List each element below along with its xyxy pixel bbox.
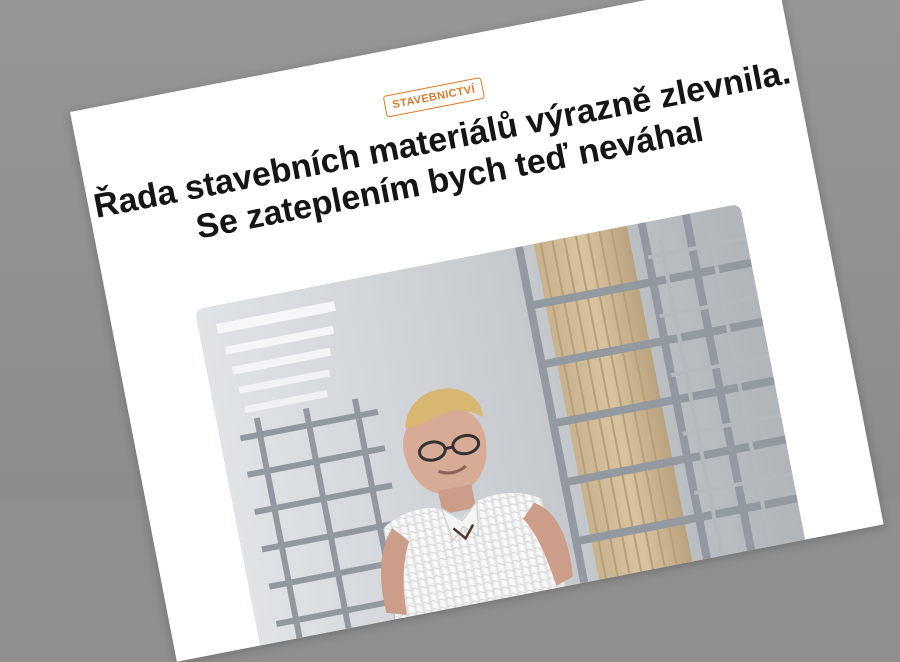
category-tag[interactable]: STAVEBNICTVÍ (382, 76, 485, 118)
article-card: STAVEBNICTVÍ Řada stavebních materiálů v… (70, 0, 884, 662)
article-photo[interactable] (195, 203, 809, 662)
warehouse-photo-graphic (195, 203, 809, 662)
